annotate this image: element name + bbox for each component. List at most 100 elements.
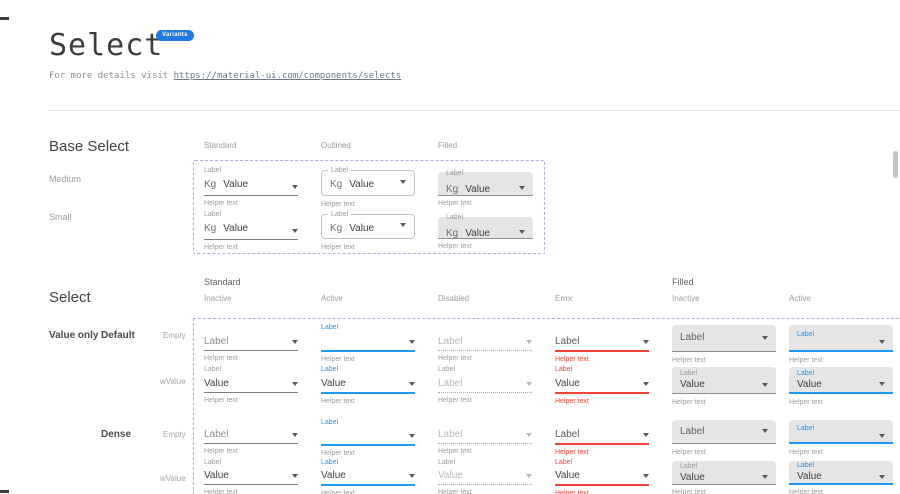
state-disabled: Disabled (438, 294, 469, 303)
adornment: Kg (204, 223, 216, 234)
helper-text: Helper text (672, 489, 776, 494)
filled-inactive-empty: Label Helper text (672, 325, 776, 364)
dropdown-arrow-icon (643, 382, 649, 386)
helper-text: Helper text (555, 398, 649, 405)
row-variant-empty: Empty (163, 430, 186, 439)
std-inactive-dense-wvalue: Label Value Helper text (204, 457, 298, 494)
helper-text: Helper text (321, 450, 415, 457)
base-filled-medium-select[interactable]: Label KgValue (438, 172, 533, 196)
variants-badge: Variants (156, 30, 194, 41)
row-variant-empty: Empty (163, 331, 186, 340)
select-control[interactable]: Label (672, 420, 776, 444)
header-divider (49, 110, 900, 111)
dropdown-arrow-icon (643, 340, 649, 344)
select-control[interactable]: Value (321, 375, 415, 394)
select-control[interactable]: Label (555, 427, 649, 445)
select-control[interactable] (321, 428, 415, 446)
helper-text: Helper text (321, 201, 415, 208)
select-value: Value (465, 228, 490, 239)
dropdown-arrow-icon (409, 340, 415, 344)
adornment: Kg (330, 223, 342, 234)
page: Select Variants For more details visit h… (0, 0, 900, 494)
select-control[interactable]: Label (555, 333, 649, 352)
dropdown-arrow-icon (292, 433, 298, 437)
filled-inactive-dense-empty: Label Helper text (672, 420, 776, 456)
std-disabled-dense-empty: Label Helper text (438, 427, 532, 455)
filled-active-empty: Label Helper text (789, 325, 893, 364)
std-inactive-wvalue: Label Value Helper text (204, 364, 298, 404)
filled-inactive-dense-wvalue: Label Value Helper text (672, 461, 776, 494)
dropdown-arrow-icon (879, 434, 885, 438)
select-control[interactable]: Label (438, 427, 532, 444)
std-disabled-dense-wvalue: Label Value Helper text (438, 457, 532, 494)
select-value: Value (321, 378, 346, 389)
helper-text: Helper text (672, 399, 776, 406)
select-control[interactable]: Label (672, 325, 776, 352)
base-standard-small-select[interactable]: KgValue (204, 220, 298, 240)
dropdown-arrow-icon (292, 340, 298, 344)
dropdown-arrow-icon (292, 229, 298, 233)
select-label: Label (680, 462, 768, 472)
filled-active-wvalue: Label Value Helper text (789, 367, 893, 406)
docs-link[interactable]: https://material-ui.com/components/selec… (174, 71, 402, 81)
base-outlined-small-select[interactable]: Label KgValue (321, 214, 415, 239)
select-control[interactable]: Label (204, 427, 298, 444)
select-label: Label (321, 364, 415, 375)
select-label: Label (328, 210, 351, 219)
base-filled-small-select[interactable]: Label KgValue (438, 217, 533, 239)
select-control[interactable]: Label Value (789, 367, 893, 394)
base-filled-medium: Label KgValue Helper text (438, 172, 533, 207)
select-label: Label (680, 369, 768, 379)
helper-text: Helper text (555, 449, 649, 456)
helper-text: Helper text (321, 490, 415, 494)
group-standard: Standard (204, 277, 241, 287)
select-control[interactable]: Value (204, 375, 298, 393)
select-control[interactable]: Value (204, 468, 298, 485)
vertical-scrollbar-thumb[interactable] (893, 151, 898, 178)
select-value: Label (680, 332, 704, 343)
base-col-filled: Filled (438, 141, 457, 150)
select-control[interactable]: Label (789, 325, 893, 352)
select-control[interactable]: Value (438, 468, 532, 485)
filled-active-dense-wvalue: Label Value Helper text (789, 461, 893, 494)
dropdown-arrow-icon (526, 340, 532, 344)
select-label: Label (438, 364, 532, 375)
select-control[interactable]: Label (438, 333, 532, 351)
select-control[interactable] (321, 333, 415, 352)
dropdown-arrow-icon (292, 185, 298, 189)
helper-text: Helper text (204, 200, 298, 207)
select-control[interactable]: Label Value (672, 461, 776, 485)
select-value: Label (438, 336, 462, 347)
select-control[interactable]: Label (438, 375, 532, 393)
base-outlined-medium-select[interactable]: Label KgValue (321, 170, 415, 196)
filled-inactive-wvalue: Label Value Helper text (672, 367, 776, 406)
select-value: Value (465, 184, 490, 195)
select-control[interactable]: Value (321, 468, 415, 486)
select-control[interactable]: Value (555, 375, 649, 394)
std-inactive-empty: Label Helper text (204, 333, 298, 362)
std-disabled-empty: Label Helper text (438, 333, 532, 362)
helper-text: Helper text (555, 490, 649, 494)
row-variant-wvalue: wValue (160, 377, 186, 386)
select-label: Label (446, 169, 525, 179)
select-control[interactable]: Label Value (789, 461, 893, 485)
dropdown-arrow-icon (526, 474, 532, 478)
select-control[interactable]: Value (555, 468, 649, 486)
dropdown-arrow-icon (292, 474, 298, 478)
dropdown-arrow-icon (400, 223, 406, 227)
helper-text: Helper text (438, 243, 533, 250)
dropdown-arrow-icon (879, 340, 885, 344)
helper-text: Helper text (204, 489, 298, 494)
helper-text: Helper text (789, 357, 893, 364)
helper-text: Helper text (204, 448, 298, 455)
select-label: Label (446, 213, 525, 223)
helper-text: Helper text (438, 448, 532, 455)
dropdown-arrow-icon (526, 433, 532, 437)
select-control[interactable]: Label Value (672, 367, 776, 394)
subtitle-text: For more details visit (49, 71, 174, 81)
base-standard-medium-select[interactable]: KgValue (204, 176, 298, 196)
select-control[interactable]: Label (789, 420, 893, 444)
select-label: Label (204, 364, 298, 375)
select-control[interactable]: Label (204, 333, 298, 351)
select-label: Label (321, 322, 415, 333)
